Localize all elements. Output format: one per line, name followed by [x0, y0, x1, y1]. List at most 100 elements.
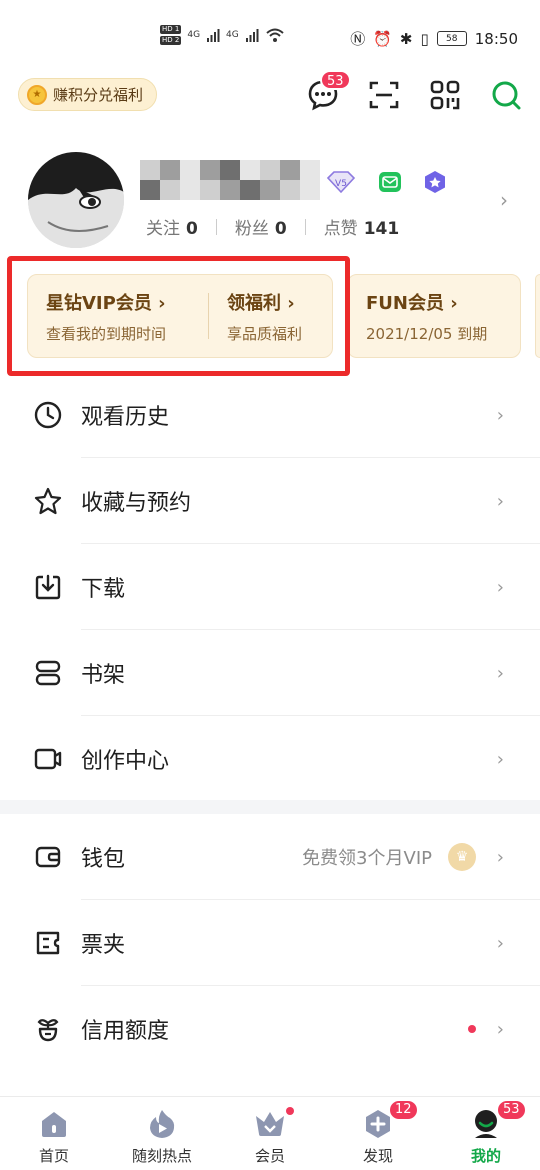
menu-item-tickets[interactable]: 票夹 › [0, 900, 540, 986]
coin-icon: ★ [27, 84, 47, 105]
chevron-right-icon: › [496, 404, 504, 426]
tab-label-discover: 发现 [362, 1147, 393, 1165]
menu-item-download[interactable]: 下载 › [0, 544, 540, 630]
tab-label-vip: 会员 [254, 1147, 285, 1165]
tab-label-mine: 我的 [470, 1147, 501, 1165]
tab-mine[interactable]: 53 我的 [432, 1097, 540, 1170]
earn-points-label: 赚积分兑福利 [53, 86, 144, 104]
mail-badge-icon[interactable] [378, 171, 402, 193]
mine-badge: 53 [496, 1099, 527, 1121]
avatar[interactable] [28, 152, 124, 248]
vip-card-peek [535, 274, 540, 358]
stat-followers[interactable]: 粉丝 0 [235, 214, 287, 239]
stat-following-label: 关注 [146, 219, 180, 239]
chevron-right-icon: › [496, 1018, 504, 1040]
qrcode-icon [430, 80, 459, 109]
stat-followers-label: 粉丝 [234, 219, 269, 239]
scan-button[interactable] [367, 78, 400, 111]
ticket-icon [36, 931, 60, 955]
star-icon [34, 487, 62, 515]
alarm-icon: ⏰ [373, 29, 392, 48]
clock-icon [34, 401, 62, 429]
menu-label-favorites: 收藏与预约 [81, 491, 192, 516]
fun-vip-expiry: 2021/12/05 到期 [366, 324, 488, 343]
battery-icon: 58 [436, 31, 467, 46]
chevron-right-icon: › [496, 932, 504, 954]
highlight-box [7, 256, 350, 376]
system-icons: Ⓝ ⏰ ✱ ▯ 58 18:50 [350, 28, 518, 49]
menu-item-credit[interactable]: 信用额度 › [0, 986, 540, 1072]
tab-discover[interactable]: 12 发现 [324, 1097, 432, 1170]
message-button[interactable]: 53 [306, 70, 351, 111]
menu-item-wallet[interactable]: 钱包 免费领3个月VIP ♛ › [0, 814, 540, 900]
crown-icon: ♛ [448, 843, 476, 871]
tab-home[interactable]: 首页 [0, 1097, 108, 1170]
avatar-image [28, 152, 124, 248]
menu-group-1: 观看历史 › 收藏与预约 › 下载 › 书架 › 创作中心 › [0, 372, 540, 802]
menu-label-history: 观看历史 [81, 405, 170, 430]
menu-group-2: 钱包 免费领3个月VIP ♛ › 票夹 › 信用额度 › [0, 814, 540, 1072]
fun-vip-button[interactable]: FUN会员 › 2021/12/05 到期 [347, 274, 521, 358]
section-divider [0, 800, 540, 814]
battery-level: 58 [446, 33, 458, 44]
wallet-promo-text: 免费领3个月VIP [302, 848, 432, 869]
stat-followers-value: 0 [274, 219, 287, 239]
menu-item-history[interactable]: 观看历史 › [0, 372, 540, 458]
stat-likes[interactable]: 点赞 141 [324, 214, 400, 239]
tab-hot[interactable]: 随刻热点 [108, 1097, 216, 1170]
vip-level-icon[interactable]: V5 [326, 170, 356, 194]
signal-indicators: HD 1 HD 2 4G 4G [160, 25, 285, 45]
wifi-icon [266, 28, 284, 42]
notification-dot [286, 1107, 294, 1115]
menu-label-bookshelf: 书架 [81, 663, 126, 688]
crown-icon [256, 1112, 284, 1136]
stat-likes-value: 141 [363, 219, 400, 239]
signal2-icon [245, 29, 259, 42]
menu-label-tickets: 票夹 [81, 933, 126, 958]
hexagon-badge-icon[interactable] [424, 170, 446, 194]
divider [304, 218, 306, 235]
discover-badge: 12 [388, 1099, 419, 1121]
hd2-indicator: HD 2 [160, 36, 182, 45]
vip-level-text: V5 [335, 179, 347, 189]
chevron-right-icon: › [496, 748, 504, 770]
chevron-right-icon: › [496, 662, 504, 684]
chevron-right-icon: › [496, 490, 504, 512]
menu-label-credit: 信用额度 [81, 1019, 170, 1044]
status-bar: HD 1 HD 2 4G 4G Ⓝ ⏰ ✱ ▯ 58 18:50 [0, 0, 540, 78]
stat-following-value: 0 [186, 219, 198, 239]
profile-chevron-icon[interactable]: › [500, 188, 508, 212]
flame-play-icon [150, 1110, 175, 1138]
signal1-label: 4G [187, 30, 201, 40]
signal1-icon [207, 29, 220, 42]
chevron-right-icon: › [496, 846, 504, 868]
menu-item-favorites[interactable]: 收藏与预约 › [0, 458, 540, 544]
hd1-indicator: HD 1 [160, 25, 182, 34]
bluetooth-icon: ✱ [399, 29, 413, 48]
search-button[interactable] [489, 78, 522, 111]
download-icon [35, 574, 61, 600]
qrcode-button[interactable] [428, 78, 461, 111]
stat-following[interactable]: 关注 0 [146, 214, 198, 239]
bottom-tab-bar: 首页 随刻热点 会员 12 发现 53 我的 [0, 1096, 540, 1170]
search-icon [492, 81, 520, 109]
tab-label-hot: 随刻热点 [131, 1147, 192, 1165]
divider [215, 218, 217, 235]
tab-vip[interactable]: 会员 [216, 1097, 324, 1170]
menu-item-bookshelf[interactable]: 书架 › [0, 630, 540, 716]
menu-label-creator: 创作中心 [81, 749, 170, 774]
username-mosaic[interactable] [140, 160, 320, 200]
menu-item-creator[interactable]: 创作中心 › [0, 716, 540, 802]
top-bar: ★ 赚积分兑福利 53 [0, 70, 540, 118]
user-badges: V5 [326, 170, 446, 194]
bookshelf-icon [35, 660, 61, 686]
profile-stats: 关注 0 粉丝 0 点赞 141 [146, 214, 399, 239]
menu-label-download: 下载 [81, 577, 126, 602]
tab-label-home: 首页 [38, 1147, 69, 1165]
credit-icon [37, 1019, 59, 1042]
message-badge: 53 [320, 70, 351, 90]
scan-icon [369, 81, 398, 108]
home-icon [42, 1112, 66, 1137]
stat-likes-label: 点赞 [323, 219, 358, 239]
earn-points-button[interactable]: ★ 赚积分兑福利 [18, 78, 158, 111]
